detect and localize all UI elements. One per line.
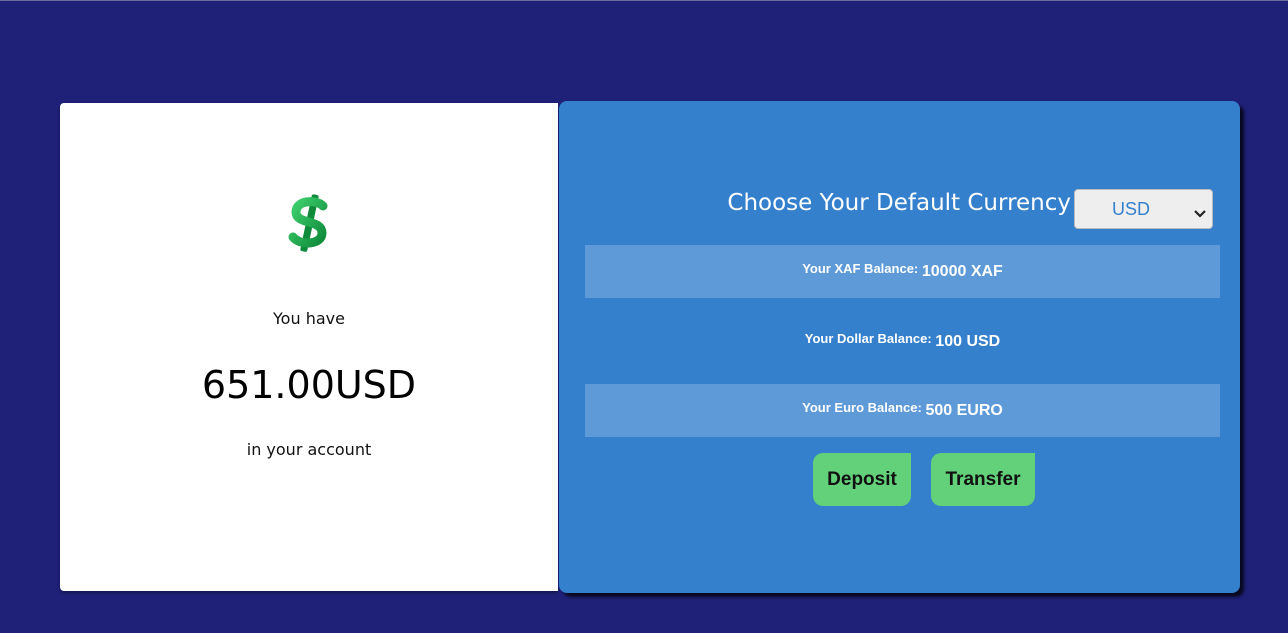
xaf-balance-row: Your XAF Balance: 10000 XAF: [585, 245, 1220, 298]
summary-outro-text: in your account: [246, 440, 372, 459]
xaf-balance-label: Your XAF Balance:: [802, 261, 922, 276]
xaf-balance-value: 10000 XAF: [921, 263, 1003, 280]
euro-balance-row: Your Euro Balance: 500 EURO: [585, 384, 1220, 437]
total-balance-amount: 651.00USD: [201, 363, 417, 407]
dollar-balance-value: 100 USD: [935, 333, 1001, 350]
balance-summary-card: You have 651.00USD in your account: [60, 103, 558, 591]
dollar-balance-label: Your Dollar Balance:: [804, 331, 936, 346]
dollar-balance-row: Your Dollar Balance: 100 USD: [585, 315, 1220, 368]
dollar-sign-icon: [60, 191, 558, 259]
account-details-panel: Choose Your Default Currency USD Your XA…: [559, 101, 1240, 593]
euro-balance-value: 500 EURO: [925, 402, 1003, 419]
deposit-button[interactable]: Deposit: [813, 453, 911, 506]
currency-select[interactable]: USD: [1074, 189, 1213, 229]
chevron-down-icon: [1194, 203, 1206, 224]
currency-select-value: USD: [1111, 199, 1150, 219]
euro-balance-label: Your Euro Balance:: [802, 400, 926, 415]
top-border: [0, 0, 1288, 1]
summary-intro-text: You have: [273, 309, 345, 328]
transfer-button[interactable]: Transfer: [931, 453, 1035, 506]
default-currency-heading: Choose Your Default Currency: [727, 190, 1071, 216]
